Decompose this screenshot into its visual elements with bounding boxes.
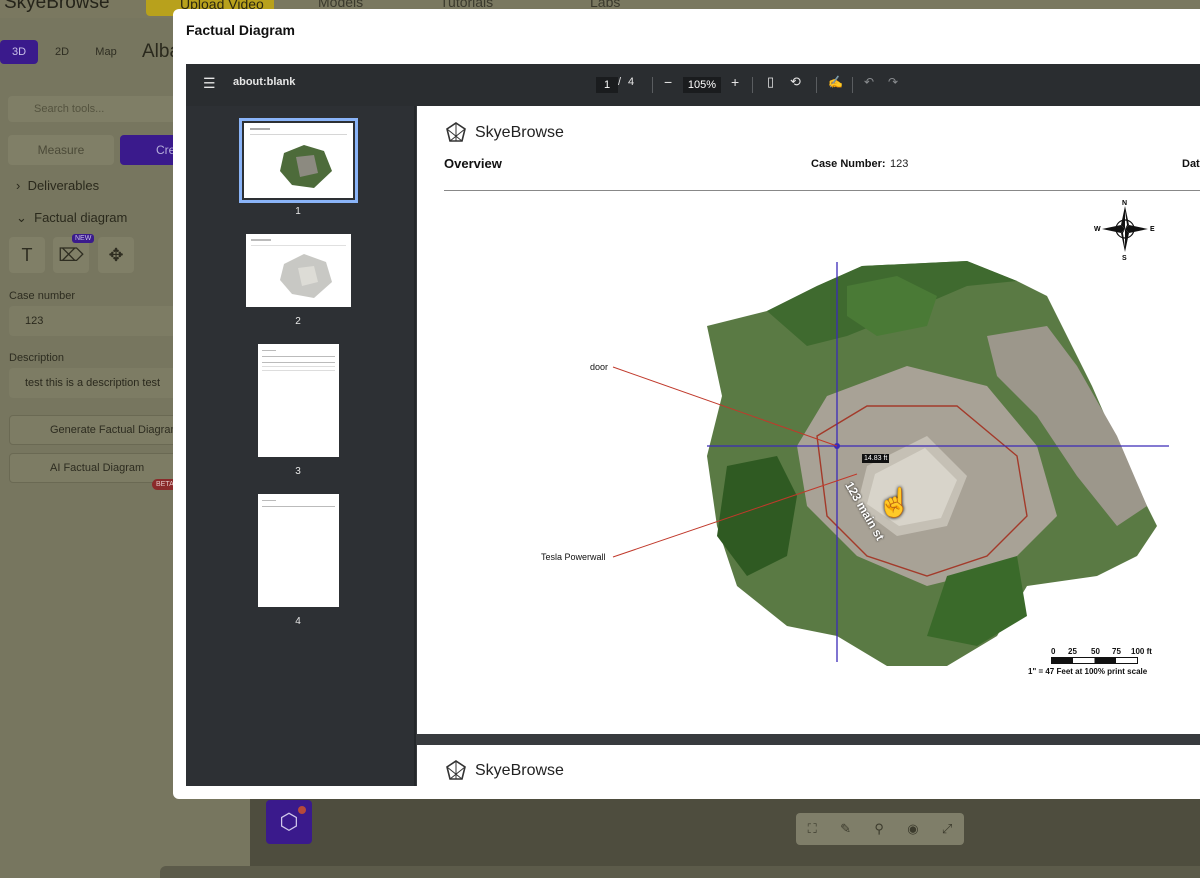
thumbnail-text-line — [262, 500, 276, 501]
zoom-out-icon[interactable]: − — [664, 74, 672, 90]
generate-factual-diagram-button[interactable]: Generate Factual Diagram — [9, 415, 199, 445]
pdf-toolbar: ☰ about:blank 1 / 4 − 105% + ▯ ⟲ ✍ ↶ ↷ — [186, 64, 1200, 106]
thumbnail-text-line — [262, 506, 335, 507]
section-factual-diagram[interactable]: ⌄ Factual diagram — [16, 210, 127, 226]
thumbnail-sidebar: 1 2 3 4 — [186, 106, 414, 786]
factual-diagram-modal: Factual Diagram ☰ about:blank 1 / 4 − 10… — [173, 9, 1200, 799]
app-logo[interactable]: SkyeBrowse — [4, 0, 110, 14]
move-tool-icon[interactable]: ✥ — [98, 237, 134, 273]
view-map-button[interactable]: Map — [86, 40, 126, 64]
rotate-icon[interactable]: ⟲ — [790, 74, 801, 90]
thumbnail-map-preview — [250, 128, 347, 188]
scale-note: 1" = 47 Feet at 100% print scale — [1028, 667, 1148, 676]
crop-icon[interactable]: ⛶ — [808, 821, 817, 837]
case-number-label: Case number — [9, 290, 76, 302]
toolbar-divider — [816, 77, 817, 93]
description-input[interactable]: test this is a description test — [9, 368, 189, 398]
pdf-doc-title: about:blank — [233, 76, 296, 88]
page-brand: SkyeBrowse — [475, 762, 564, 779]
thumbnail-text-line — [262, 370, 335, 371]
pdf-page-1: SkyeBrowse Overview Case Number: 123 Dat… — [417, 106, 1200, 734]
sidebar-divider[interactable] — [414, 106, 416, 786]
scale-tick-50: 50 — [1091, 647, 1100, 656]
scale-tick-75: 75 — [1112, 647, 1121, 656]
factual-diagram-label: Factual diagram — [34, 210, 128, 225]
bottom-scrollbar[interactable] — [160, 866, 1200, 878]
menu-icon[interactable]: ☰ — [203, 75, 216, 92]
pdf-page-2: SkyeBrowse — [417, 745, 1200, 786]
walk-icon[interactable]: ⚲ — [874, 821, 884, 837]
model-viewer[interactable] — [250, 798, 1200, 868]
skyebrowse-logo-icon — [446, 760, 466, 780]
thumbnail-label: 4 — [295, 616, 301, 627]
fullscreen-icon[interactable]: ⤢ — [942, 821, 952, 837]
thumbnail-text-line — [262, 350, 276, 351]
zoom-input[interactable]: 105% — [683, 77, 721, 93]
generate-label: Generate Factual Diagram — [50, 424, 180, 436]
thumbnail-text-line — [262, 366, 335, 367]
annotation-tesla-powerwall[interactable]: Tesla Powerwall — [541, 552, 606, 562]
scale-bar — [1051, 657, 1138, 664]
search-tools-input[interactable]: Search tools... — [8, 96, 188, 122]
fit-page-icon[interactable]: ▯ — [767, 74, 774, 90]
deliverables-label: Deliverables — [27, 178, 100, 193]
notification-dot — [298, 806, 306, 814]
ai-label: AI Factual Diagram — [50, 462, 145, 474]
section-deliverables[interactable]: › Deliverables — [16, 178, 99, 193]
annotate-icon[interactable]: ✍ — [828, 75, 843, 89]
zoom-in-icon[interactable]: + — [731, 74, 739, 90]
thumbnail-page-4[interactable] — [258, 494, 339, 607]
hand-cursor-icon: ☝ — [877, 487, 912, 518]
undo-icon[interactable]: ↶ — [864, 75, 874, 89]
diagram-overlay — [612, 262, 1169, 662]
redo-icon[interactable]: ↷ — [888, 75, 898, 89]
thumbnail-text-line — [262, 362, 335, 363]
thumbnail-page-1[interactable] — [239, 118, 358, 203]
thumbnail-label: 3 — [295, 466, 301, 477]
page-separator: / — [618, 76, 622, 88]
scale-tick-0: 0 — [1051, 647, 1056, 656]
new-badge: NEW — [72, 234, 95, 243]
view-3d-button[interactable]: 3D — [0, 40, 38, 64]
thumbnail-page-2[interactable] — [246, 234, 351, 307]
distance-label: 14.83 ft — [862, 454, 890, 463]
tab-measure[interactable]: Measure — [8, 135, 114, 165]
modal-title: Factual Diagram — [186, 22, 295, 38]
search-placeholder: Search tools... — [34, 103, 105, 115]
thumbnail-page-3[interactable] — [258, 344, 339, 457]
description-label: Description — [9, 352, 65, 364]
toolbar-divider — [852, 77, 853, 93]
text-tool-icon[interactable]: T — [9, 237, 45, 273]
thumbnail-text-line — [262, 356, 335, 357]
camera-icon[interactable]: ◉ — [907, 821, 918, 837]
scale-tick-25: 25 — [1068, 647, 1077, 656]
viewer-toolbar: ⛶ ✎ ⚲ ◉ ⤢ — [796, 813, 964, 845]
toolbar-divider — [752, 77, 753, 93]
page-number-input[interactable]: 1 — [596, 77, 618, 93]
scale-tick-100: 100 ft — [1131, 647, 1152, 656]
thumbnail-label: 2 — [295, 316, 301, 327]
view-2d-button[interactable]: 2D — [44, 40, 80, 64]
annotation-door[interactable]: door — [590, 362, 608, 372]
thumbnail-map-preview — [251, 239, 346, 298]
thumbnail-label: 1 — [295, 206, 301, 217]
draw-icon[interactable]: ✎ — [840, 821, 851, 837]
case-number-input[interactable]: 123 — [9, 306, 189, 336]
pdf-viewer: ☰ about:blank 1 / 4 − 105% + ▯ ⟲ ✍ ↶ ↷ 1… — [186, 64, 1200, 786]
page-total: 4 — [628, 76, 635, 88]
toolbar-divider — [652, 77, 653, 93]
